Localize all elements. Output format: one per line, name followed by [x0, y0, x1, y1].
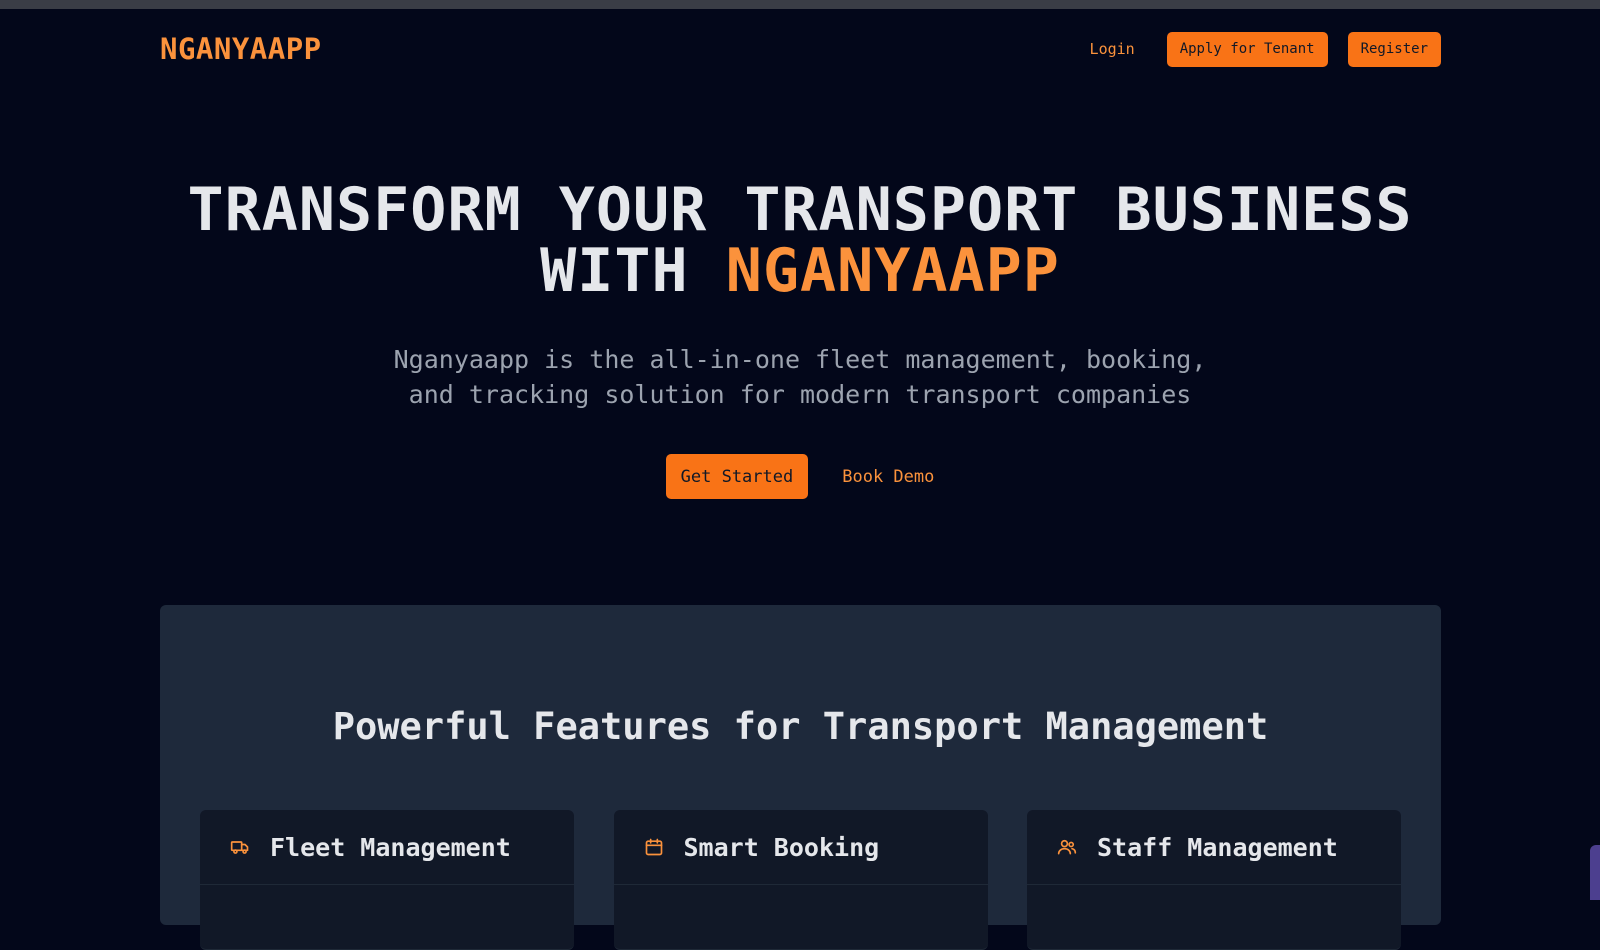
- side-widget-tab[interactable]: [1590, 845, 1600, 900]
- feature-card-title: Staff Management: [1097, 832, 1338, 862]
- register-button[interactable]: Register: [1347, 31, 1441, 67]
- nav-actions: Login Apply for Tenant Register: [1090, 31, 1441, 67]
- feature-card-header: Smart Booking: [613, 810, 988, 885]
- hero-title-with: WITH: [540, 236, 689, 306]
- feature-card-title: Fleet Management: [270, 832, 511, 862]
- features-title: Powerful Features for Transport Manageme…: [332, 705, 1269, 748]
- logo[interactable]: NGANYAAPP: [160, 32, 322, 66]
- feature-card-fleet[interactable]: Fleet Management: [200, 810, 574, 950]
- browser-top-strip: [0, 0, 1600, 9]
- feature-card-title: Smart Booking: [683, 832, 880, 862]
- feature-card-staff[interactable]: Staff Management: [1027, 810, 1401, 950]
- calendar-icon: [645, 838, 662, 856]
- book-demo-link[interactable]: Book Demo: [842, 467, 934, 487]
- truck-icon: [230, 841, 249, 854]
- hero-title-line1: TRANSFORM YOUR TRANSPORT BUSINESS: [187, 175, 1413, 245]
- feature-cards: Fleet Management Smart Booking Staff Man…: [200, 810, 1401, 950]
- login-link[interactable]: Login: [1090, 40, 1135, 58]
- hero-title-brand: NGANYAAPP: [725, 236, 1060, 306]
- feature-card-header: Fleet Management: [200, 810, 574, 885]
- features-section: Powerful Features for Transport Manageme…: [160, 605, 1441, 950]
- feature-card-header: Staff Management: [1027, 810, 1401, 885]
- hero-title: TRANSFORM YOUR TRANSPORT BUSINESS WITH N…: [0, 180, 1600, 302]
- hero-section: TRANSFORM YOUR TRANSPORT BUSINESS WITH N…: [0, 180, 1600, 499]
- hero-subtitle: Nganyaapp is the all-in-one fleet manage…: [393, 345, 1207, 409]
- get-started-button[interactable]: Get Started: [665, 454, 809, 499]
- feature-card-booking[interactable]: Smart Booking: [613, 810, 988, 950]
- apply-tenant-button[interactable]: Apply for Tenant: [1166, 31, 1328, 67]
- users-icon: [1057, 839, 1077, 855]
- hero-ctas: Get Started Book Demo: [0, 454, 1600, 499]
- top-nav: NGANYAAPP Login Apply for Tenant Registe…: [160, 30, 1441, 68]
